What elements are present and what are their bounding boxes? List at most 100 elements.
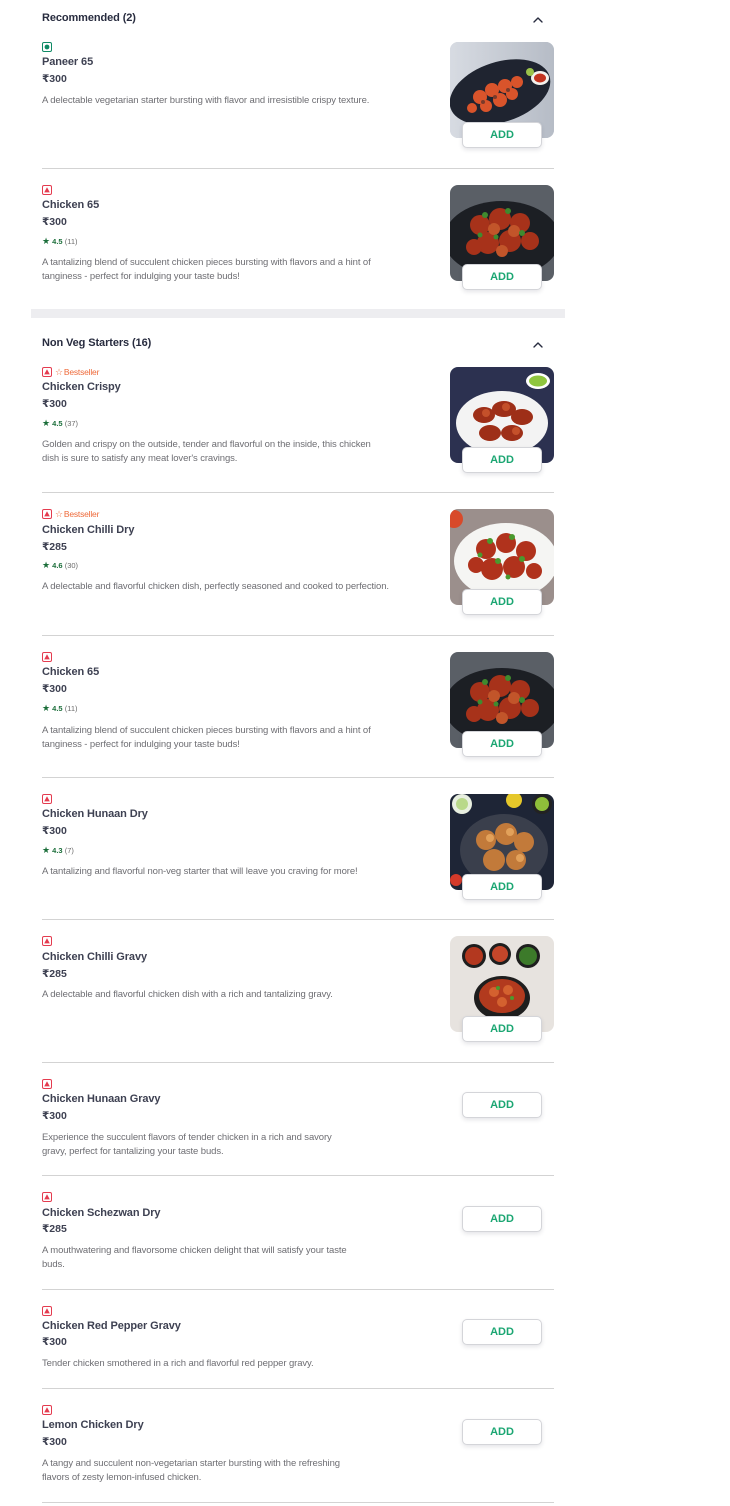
chevron-up-icon[interactable] xyxy=(532,339,544,351)
add-button[interactable]: ADD xyxy=(462,1092,542,1118)
item-price: ₹285 xyxy=(42,541,67,553)
rating-value: 4.5 xyxy=(52,419,63,428)
non-veg-icon xyxy=(42,185,52,195)
item-rating: ★ 4.6 (30) xyxy=(42,560,78,571)
item-name: Lemon Chicken Dry xyxy=(42,1419,144,1431)
add-button[interactable]: ADD xyxy=(462,1419,542,1445)
star-icon: ★ xyxy=(42,703,51,713)
item-name: Chicken Chilli Dry xyxy=(42,524,135,536)
add-button[interactable]: ADD xyxy=(462,264,542,290)
item-description: A delectable and flavorful chicken dish,… xyxy=(42,581,389,592)
section-header-recommended[interactable]: Recommended (2) xyxy=(42,8,554,32)
rating-count: (30) xyxy=(64,561,79,570)
veg-icon xyxy=(42,42,52,52)
item-name: Chicken Schezwan Dry xyxy=(42,1207,161,1219)
item-divider xyxy=(42,1062,554,1063)
non-veg-icon xyxy=(42,1405,52,1415)
add-button[interactable]: ADD xyxy=(462,874,542,900)
rating-count: (7) xyxy=(64,846,74,855)
menu-item: Lemon Chicken Dry ₹300 A tangy and succu… xyxy=(42,1405,554,1503)
menu-item: ☆Bestseller Chicken Crispy ₹300 ★ 4.5 (3… xyxy=(42,367,554,493)
item-divider xyxy=(42,168,554,169)
bestseller-label: Bestseller xyxy=(63,367,100,377)
item-description: A tantalizing blend of succulent chicken… xyxy=(42,725,371,750)
star-icon: ★ xyxy=(42,845,51,855)
item-rating: ★ 4.5 (37) xyxy=(42,418,78,429)
menu-item: Chicken Chilli Gravy ₹285 A delectable a… xyxy=(42,936,554,1063)
menu-item: Chicken 65 ₹300 ★ 4.5 (11) A tantalizing… xyxy=(42,652,554,778)
item-description: A tantalizing blend of succulent chicken… xyxy=(42,257,371,282)
menu-page: Recommended (2) Non Veg Starters (16) Pa… xyxy=(0,0,730,1506)
bestseller-badge: ☆Bestseller xyxy=(55,509,99,520)
item-description: Golden and crispy on the outside, tender… xyxy=(42,439,371,464)
item-price: ₹300 xyxy=(42,398,67,410)
item-description: A delectable and flavorful chicken dish … xyxy=(42,989,333,1000)
menu-item: Chicken Red Pepper Gravy ₹300 Tender chi… xyxy=(42,1306,554,1390)
item-divider xyxy=(42,1289,554,1290)
add-button[interactable]: ADD xyxy=(462,1206,542,1232)
item-price: ₹300 xyxy=(42,1336,67,1348)
rating-count: (37) xyxy=(64,419,79,428)
item-divider xyxy=(42,1502,554,1503)
item-name: Chicken 65 xyxy=(42,666,100,678)
add-button[interactable]: ADD xyxy=(462,447,542,473)
item-rating: ★ 4.5 (11) xyxy=(42,236,77,247)
menu-item: Chicken Schezwan Dry ₹285 A mouthwaterin… xyxy=(42,1192,554,1290)
menu-item: Chicken 65 ₹300 ★ 4.5 (11) A tantalizing… xyxy=(42,185,554,295)
item-divider xyxy=(42,1175,554,1176)
item-price: ₹285 xyxy=(42,968,67,980)
item-name: Chicken 65 xyxy=(42,199,100,211)
add-button[interactable]: ADD xyxy=(462,1016,542,1042)
non-veg-icon xyxy=(42,367,52,377)
item-price: ₹300 xyxy=(42,1110,67,1122)
section-header-non-veg-starters[interactable]: Non Veg Starters (16) xyxy=(42,333,554,357)
item-name: Chicken Chilli Gravy xyxy=(42,951,147,963)
section-title: Recommended (2) xyxy=(42,12,136,24)
add-button[interactable]: ADD xyxy=(462,589,542,615)
item-divider xyxy=(42,635,554,636)
menu-item: Chicken Hunaan Dry ₹300 ★ 4.3 (7) A tant… xyxy=(42,794,554,920)
add-button[interactable]: ADD xyxy=(462,122,542,148)
section-title: Non Veg Starters (16) xyxy=(42,337,152,349)
bestseller-badge: ☆Bestseller xyxy=(55,367,99,378)
non-veg-icon xyxy=(42,1306,52,1316)
item-description: Tender chicken smothered in a rich and f… xyxy=(42,1358,314,1369)
non-veg-icon xyxy=(42,652,52,662)
rating-count: (11) xyxy=(64,237,78,246)
menu-item: Paneer 65 ₹300 A delectable vegetarian s… xyxy=(42,42,554,169)
item-description: A tantalizing and flavorful non-veg star… xyxy=(42,866,358,877)
item-name: Chicken Hunaan Gravy xyxy=(42,1093,161,1105)
chevron-up-icon[interactable] xyxy=(532,14,544,26)
item-description: Experience the succulent flavors of tend… xyxy=(42,1132,332,1157)
item-divider xyxy=(42,777,554,778)
item-rating: ★ 4.3 (7) xyxy=(42,845,74,856)
item-divider xyxy=(42,1388,554,1389)
rating-value: 4.5 xyxy=(52,704,63,713)
non-veg-icon xyxy=(42,936,52,946)
section-separator xyxy=(31,309,565,318)
non-veg-icon xyxy=(42,509,52,519)
bestseller-star-icon: ☆ xyxy=(55,509,63,519)
item-name: Chicken Hunaan Dry xyxy=(42,808,148,820)
item-rating: ★ 4.5 (11) xyxy=(42,703,77,714)
bestseller-star-icon: ☆ xyxy=(55,367,63,377)
rating-count: (11) xyxy=(64,704,78,713)
item-price: ₹300 xyxy=(42,73,67,85)
item-price: ₹300 xyxy=(42,216,67,228)
bestseller-label: Bestseller xyxy=(63,509,100,519)
item-divider xyxy=(42,919,554,920)
add-button[interactable]: ADD xyxy=(462,731,542,757)
item-description: A delectable vegetarian starter bursting… xyxy=(42,95,370,106)
star-icon: ★ xyxy=(42,236,51,246)
star-icon: ★ xyxy=(42,560,51,570)
item-price: ₹300 xyxy=(42,825,67,837)
item-price: ₹285 xyxy=(42,1223,67,1235)
rating-value: 4.5 xyxy=(52,237,63,246)
item-description: A mouthwatering and flavorsome chicken d… xyxy=(42,1245,347,1270)
item-price: ₹300 xyxy=(42,683,67,695)
menu-item: ☆Bestseller Chicken Chilli Dry ₹285 ★ 4.… xyxy=(42,509,554,636)
add-button[interactable]: ADD xyxy=(462,1319,542,1345)
item-divider xyxy=(42,492,554,493)
item-description: A tangy and succulent non-vegetarian sta… xyxy=(42,1458,340,1483)
menu-item: Chicken Hunaan Gravy ₹300 Experience the… xyxy=(42,1078,554,1176)
